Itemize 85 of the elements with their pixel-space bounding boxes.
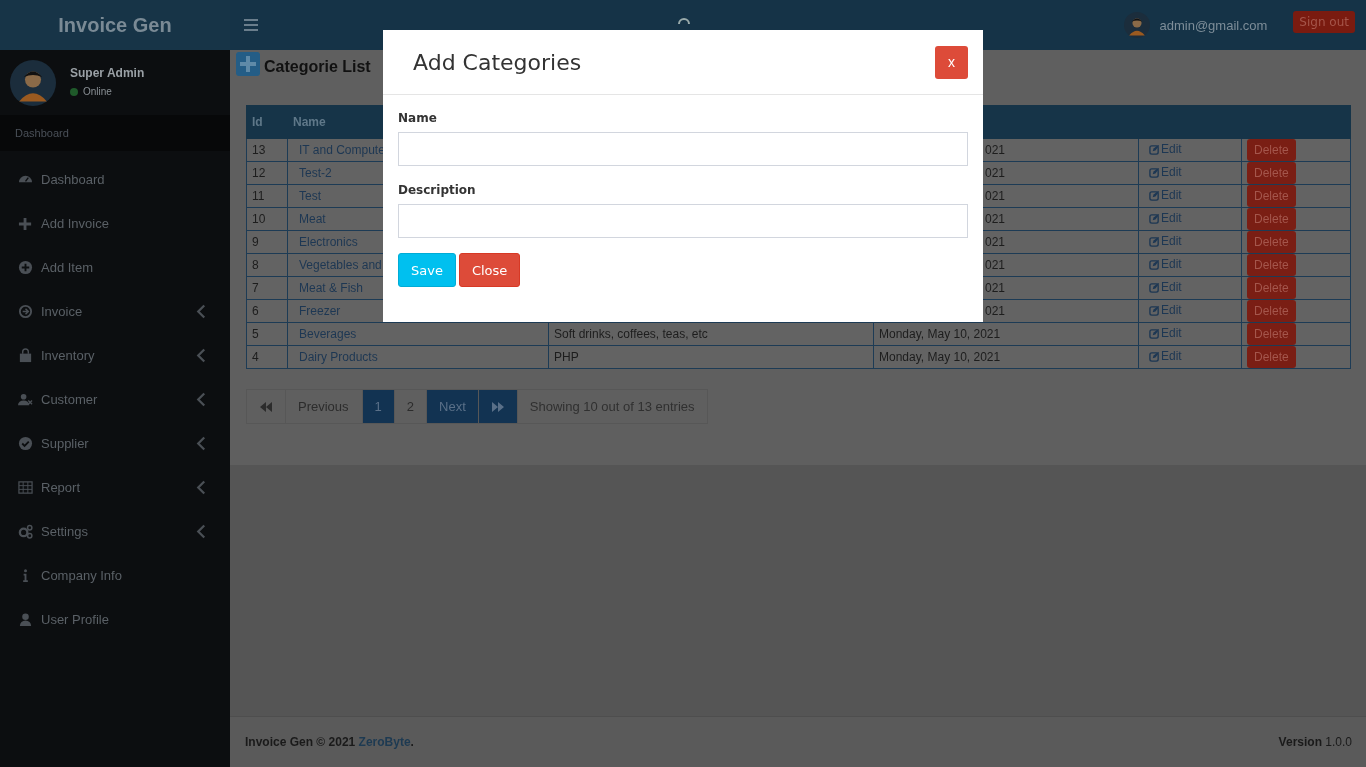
spinner-icon	[678, 17, 690, 25]
plus-circle-icon	[18, 259, 33, 275]
delete-button[interactable]: Delete	[1247, 231, 1296, 253]
plus-icon	[18, 215, 33, 231]
user-remove-icon	[18, 391, 33, 407]
user-icon	[18, 611, 33, 627]
table-cell: 12	[246, 161, 288, 185]
save-button[interactable]: Save	[398, 253, 456, 287]
edit-icon	[1149, 327, 1160, 339]
user-name: Super Admin	[70, 66, 145, 80]
user-status: Online	[83, 86, 112, 97]
column-header: Id	[246, 105, 288, 139]
sidebar-item[interactable]: Supplier	[0, 421, 230, 465]
table-cell: 9	[246, 230, 288, 254]
page-title: Categorie List	[264, 58, 371, 76]
edit-icon	[1149, 304, 1160, 316]
category-link[interactable]: Dairy Products	[287, 345, 549, 369]
company-link[interactable]: ZeroByte	[358, 735, 411, 749]
delete-button[interactable]: Delete	[1247, 185, 1296, 207]
close-button[interactable]: x	[935, 45, 968, 79]
sidebar-item[interactable]: Inventory	[0, 333, 230, 377]
sidebar-item[interactable]: User Profile	[0, 597, 230, 641]
delete-button[interactable]: Delete	[1247, 323, 1296, 345]
sidebar-item[interactable]: Company Info	[0, 553, 230, 597]
page-button[interactable]: 1	[362, 390, 395, 423]
table-cell: 13	[246, 138, 288, 162]
check-circle-icon	[18, 435, 33, 451]
close-button[interactable]: Close	[458, 253, 521, 287]
table-cell: 6	[246, 299, 288, 323]
table-cell: Soft drinks, coffees, teas, etc	[548, 322, 874, 346]
sidebar-item[interactable]: Settings	[0, 509, 230, 553]
sidebar-item[interactable]: Invoice	[0, 289, 230, 333]
table-cell: 5	[246, 322, 288, 346]
last-page-button[interactable]	[478, 390, 518, 423]
add-icon[interactable]	[236, 52, 260, 76]
avatar-icon	[10, 60, 56, 106]
delete-button[interactable]: Delete	[1247, 139, 1296, 161]
rewind-icon	[259, 400, 273, 413]
status-dot	[70, 87, 78, 96]
gears-icon	[18, 523, 33, 539]
edit-icon	[1149, 212, 1160, 224]
delete-button[interactable]: Delete	[1247, 208, 1296, 230]
input-field[interactable]	[398, 204, 968, 238]
table-cell: Monday, May 10, 2021	[873, 322, 1139, 346]
sidebar-item[interactable]: Customer	[0, 377, 230, 421]
edit-icon	[1149, 258, 1160, 270]
sidebar-item[interactable]: Report	[0, 465, 230, 509]
field-label: Name	[398, 111, 438, 125]
delete-button[interactable]: Delete	[1247, 162, 1296, 184]
edit-icon	[1149, 189, 1160, 201]
table-cell: 11	[246, 184, 288, 208]
category-link[interactable]: Beverages	[287, 322, 549, 346]
delete-button[interactable]: Delete	[1247, 300, 1296, 322]
version-label: Version 1.0.0	[1278, 735, 1352, 749]
modal-title: Add Categories	[413, 49, 582, 75]
table-cell: PHP	[548, 345, 874, 369]
sidebar-item[interactable]: Add Item	[0, 245, 230, 289]
avatar-icon	[1123, 12, 1150, 38]
footer-copyright: Invoice Gen © 2021 ZeroByte.	[245, 735, 414, 749]
delete-button[interactable]: Delete	[1247, 277, 1296, 299]
brand-title: Invoice Gen	[0, 0, 230, 50]
section-label: Dashboard	[0, 115, 230, 151]
edit-icon	[1149, 143, 1160, 155]
table-cell: Monday, May 10, 2021	[873, 345, 1139, 369]
next-button[interactable]: Next	[427, 390, 479, 423]
edit-icon	[1149, 235, 1160, 247]
input-field[interactable]	[398, 132, 968, 166]
table-cell: 8	[246, 253, 288, 277]
table-icon	[18, 479, 33, 495]
delete-button[interactable]: Delete	[1247, 346, 1296, 368]
menu-icon[interactable]	[244, 19, 258, 31]
user-email[interactable]: admin@gmail.com	[1159, 17, 1268, 33]
table-cell: 4	[246, 345, 288, 369]
delete-button[interactable]: Delete	[1247, 254, 1296, 276]
table-cell: 7	[246, 276, 288, 300]
sidebar-item[interactable]: Dashboard	[0, 157, 230, 201]
fast-forward-icon	[490, 400, 505, 413]
field-label: Description	[398, 183, 477, 197]
edit-icon	[1149, 350, 1160, 362]
edit-icon	[1149, 281, 1160, 293]
arrow-circle-icon	[18, 303, 33, 319]
table-cell: 10	[246, 207, 288, 231]
sidebar-item[interactable]: Add Invoice	[0, 201, 230, 245]
sign-out-button[interactable]: Sign out	[1293, 11, 1355, 33]
edit-icon	[1149, 166, 1160, 178]
